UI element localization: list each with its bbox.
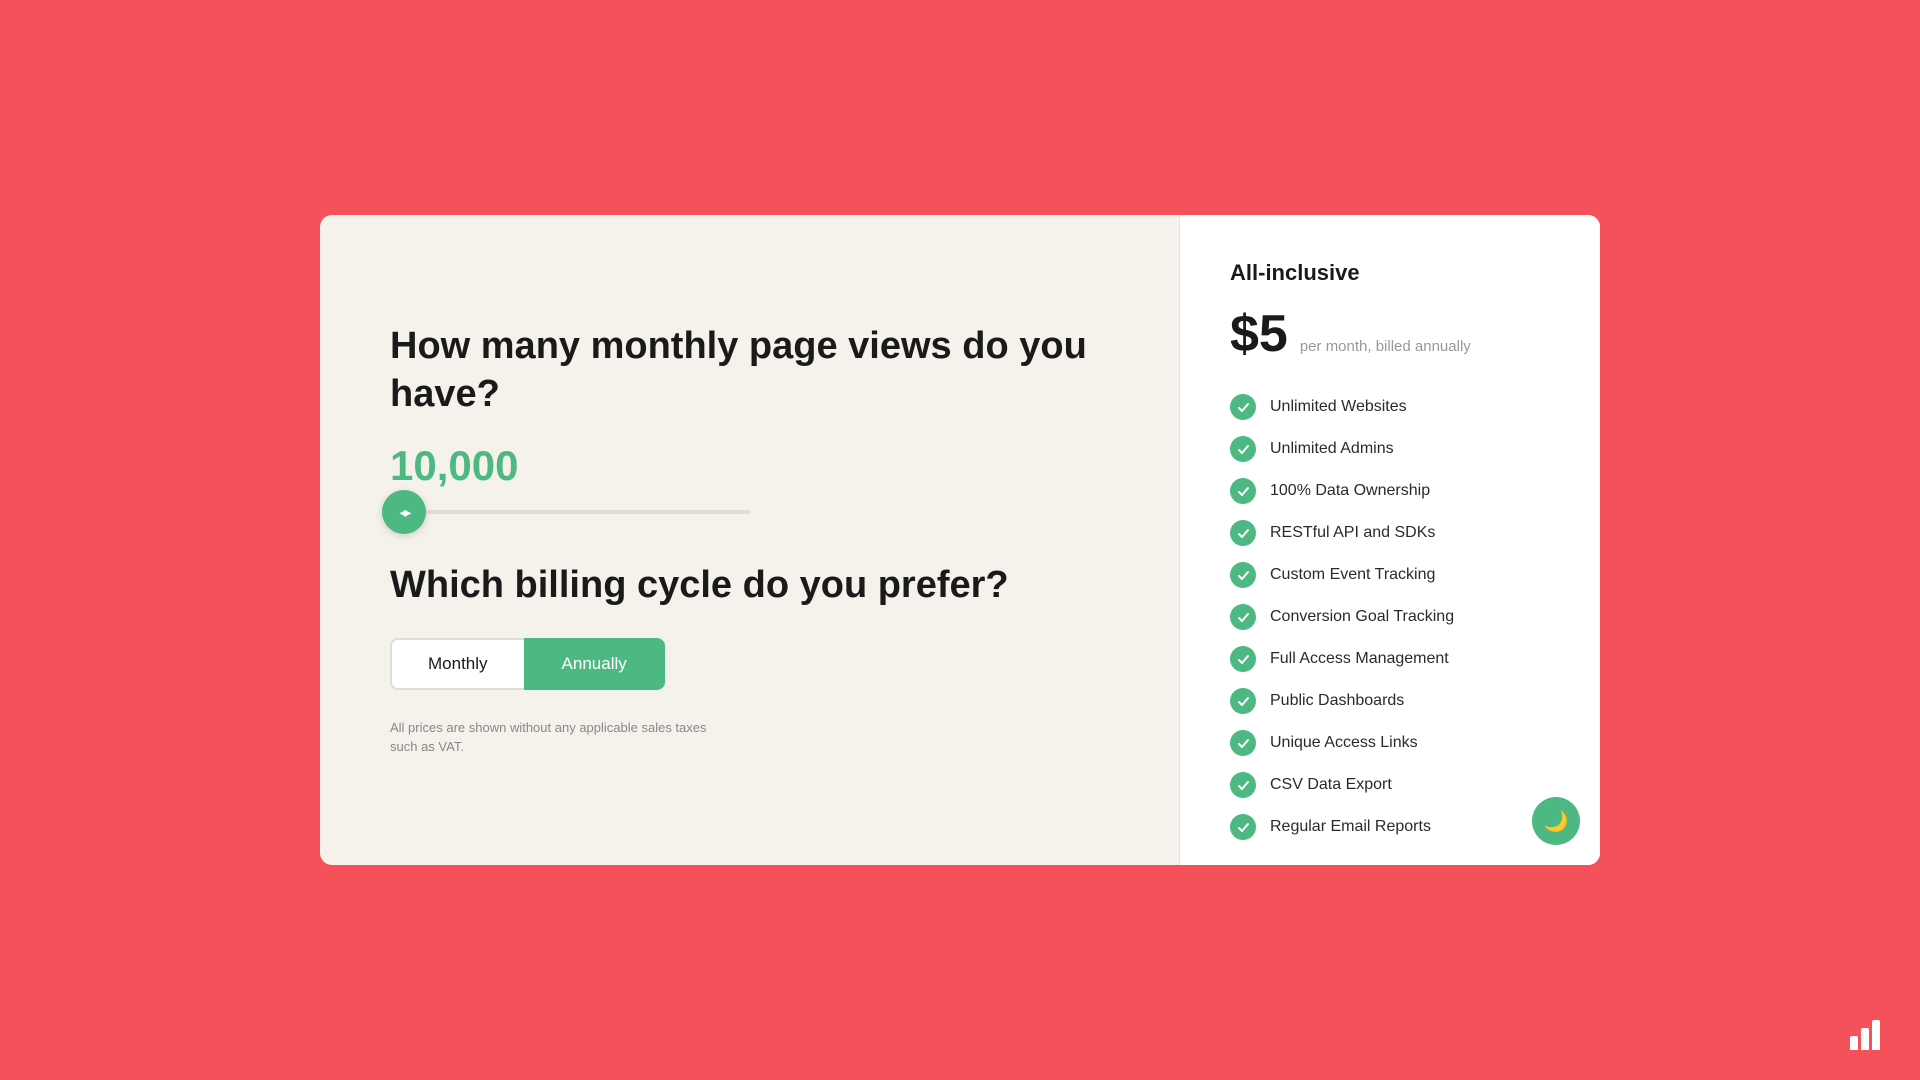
check-icon (1230, 478, 1256, 504)
feature-item: CSV Data Export (1230, 772, 1550, 798)
features-list: Unlimited Websites Unlimited Admins 100%… (1230, 394, 1550, 840)
check-icon (1230, 688, 1256, 714)
slider-track: ◂▸ (390, 510, 750, 514)
check-icon (1230, 814, 1256, 840)
feature-text: Full Access Management (1270, 650, 1449, 668)
feature-item: Custom Event Tracking (1230, 562, 1550, 588)
check-icon (1230, 562, 1256, 588)
monthly-button[interactable]: Monthly (390, 638, 524, 690)
feature-item: RESTful API and SDKs (1230, 520, 1550, 546)
price-row: $5 per month, billed annually (1230, 304, 1550, 364)
billing-question: Which billing cycle do you prefer? (390, 562, 1109, 610)
dark-mode-button[interactable]: 🌙 (1532, 797, 1580, 845)
feature-item: Unlimited Admins (1230, 436, 1550, 462)
check-icon (1230, 520, 1256, 546)
slider-arrows-icon: ◂▸ (399, 504, 409, 521)
pageviews-question: How many monthly page views do you have? (390, 323, 1109, 418)
pageviews-value: 10,000 (390, 442, 1109, 490)
plan-name: All-inclusive (1230, 260, 1550, 286)
feature-item: 100% Data Ownership (1230, 478, 1550, 504)
annually-button[interactable]: Annually (524, 638, 665, 690)
feature-text: Custom Event Tracking (1270, 566, 1435, 584)
feature-item: Unlimited Websites (1230, 394, 1550, 420)
bar-3 (1872, 1020, 1880, 1050)
main-container: How many monthly page views do you have?… (320, 215, 1600, 865)
check-icon (1230, 604, 1256, 630)
price-period: per month, billed annually (1300, 338, 1471, 355)
check-icon (1230, 730, 1256, 756)
check-icon (1230, 772, 1256, 798)
right-panel: All-inclusive $5 per month, billed annua… (1180, 215, 1600, 865)
feature-item: Unique Access Links (1230, 730, 1550, 756)
feature-item: Regular Email Reports (1230, 814, 1550, 840)
feature-text: Conversion Goal Tracking (1270, 608, 1454, 626)
pageviews-slider-container[interactable]: ◂▸ (390, 510, 750, 514)
left-panel: How many monthly page views do you have?… (320, 215, 1179, 865)
check-icon (1230, 646, 1256, 672)
bar-1 (1850, 1036, 1858, 1050)
feature-text: Unlimited Admins (1270, 440, 1394, 458)
feature-text: Regular Email Reports (1270, 818, 1431, 836)
feature-text: Public Dashboards (1270, 692, 1404, 710)
feature-item: Conversion Goal Tracking (1230, 604, 1550, 630)
bar-chart-decoration (1850, 1020, 1880, 1050)
feature-item: Full Access Management (1230, 646, 1550, 672)
feature-text: RESTful API and SDKs (1270, 524, 1435, 542)
feature-text: 100% Data Ownership (1270, 482, 1430, 500)
moon-icon: 🌙 (1544, 809, 1569, 834)
check-icon (1230, 436, 1256, 462)
feature-item: Public Dashboards (1230, 688, 1550, 714)
feature-text: Unique Access Links (1270, 734, 1418, 752)
slider-thumb[interactable]: ◂▸ (382, 490, 426, 534)
billing-toggle: Monthly Annually (390, 638, 1109, 690)
feature-text: Unlimited Websites (1270, 398, 1407, 416)
price-amount: $5 (1230, 304, 1288, 364)
feature-text: CSV Data Export (1270, 776, 1392, 794)
vat-note: All prices are shown without any applica… (390, 718, 730, 757)
bar-2 (1861, 1028, 1869, 1050)
check-icon (1230, 394, 1256, 420)
